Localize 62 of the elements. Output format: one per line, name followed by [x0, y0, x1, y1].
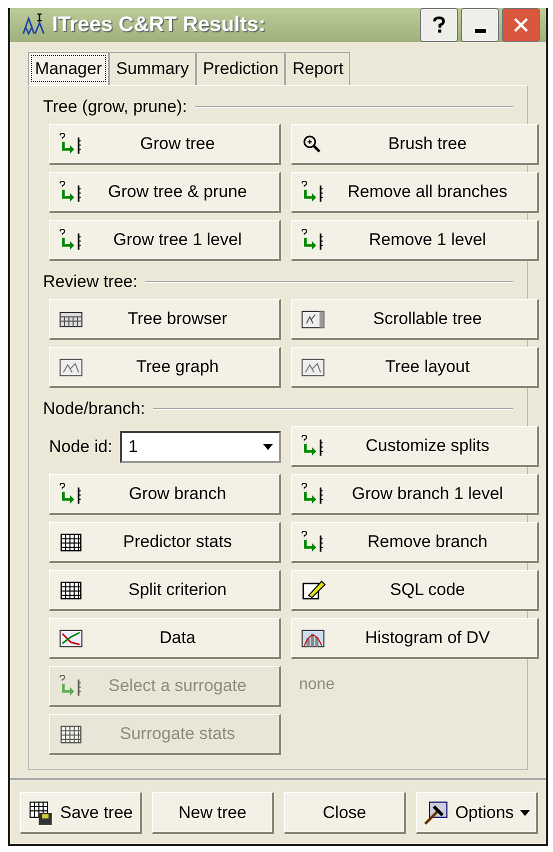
branch-arrow-icon — [58, 181, 84, 203]
field-label: Node id: — [49, 436, 112, 456]
minimize-icon — [474, 29, 486, 33]
action-button[interactable]: Brush tree — [291, 124, 539, 165]
minimize-button[interactable] — [461, 8, 499, 42]
help-icon — [430, 15, 448, 35]
branch-arrow-icon — [58, 675, 84, 697]
action-button[interactable]: Histogram of DV — [291, 618, 539, 659]
branch-arrow-icon — [58, 133, 84, 155]
action-button[interactable]: Remove all branches — [291, 172, 539, 213]
table-grid-icon — [58, 723, 84, 745]
action-button[interactable]: Tree browser — [49, 299, 281, 340]
node-id-dropdown[interactable]: 1 — [120, 430, 281, 462]
action-button[interactable]: Data — [49, 618, 281, 659]
help-button[interactable] — [420, 8, 458, 42]
branch-arrow-icon — [300, 229, 326, 251]
table-grid-icon — [58, 531, 84, 553]
pencil-icon — [300, 579, 326, 601]
branch-arrow-icon — [300, 531, 326, 553]
surrogate-value: none — [298, 675, 336, 695]
footer-button[interactable]: Close — [284, 792, 406, 834]
tab[interactable]: Manager — [28, 52, 110, 85]
branch-arrow-icon — [300, 435, 326, 457]
window-title: ITrees C&RT Results: — [52, 13, 267, 37]
histogram-icon — [300, 627, 326, 649]
group-title: Tree (grow, prune): — [43, 97, 187, 117]
action-button[interactable]: Grow branch 1 level — [291, 474, 539, 515]
dropdown-arrow-icon — [263, 444, 273, 450]
tab[interactable]: Summary — [109, 52, 196, 85]
action-button[interactable]: SQL code — [291, 570, 539, 611]
action-button[interactable]: Grow tree & prune — [49, 172, 281, 213]
table-grid-icon — [58, 579, 84, 601]
footer-button[interactable]: Options — [416, 792, 538, 834]
action-button[interactable]: Grow tree 1 level — [49, 220, 281, 261]
action-button[interactable]: Grow tree — [49, 124, 281, 165]
close-button[interactable] — [502, 8, 540, 42]
action-button[interactable]: Split criterion — [49, 570, 281, 611]
tab[interactable]: Prediction — [196, 52, 286, 85]
group-title: Node/branch: — [43, 399, 146, 419]
action-button[interactable]: Remove branch — [291, 522, 539, 563]
branch-arrow-icon — [300, 181, 326, 203]
graph-window-icon — [58, 356, 84, 378]
branch-arrow-icon — [300, 483, 326, 505]
group-title: Review tree: — [43, 272, 138, 292]
tab[interactable]: Report — [285, 52, 350, 85]
footer-button[interactable]: Save tree — [20, 792, 142, 834]
graph-window-icon — [300, 356, 326, 378]
scroll-window-icon — [300, 308, 326, 330]
line-chart-icon — [58, 627, 84, 649]
action-button[interactable]: Customize splits — [291, 426, 539, 467]
hammer-icon — [423, 800, 450, 826]
action-button[interactable]: Tree graph — [49, 347, 281, 388]
save-disk-icon — [28, 800, 54, 826]
branch-arrow-icon — [58, 483, 84, 505]
tree-icon — [20, 12, 46, 38]
branch-arrow-icon — [58, 229, 84, 251]
action-button[interactable]: Grow branch — [49, 474, 281, 515]
action-button[interactable]: Tree layout — [291, 347, 539, 388]
action-button[interactable]: Remove 1 level — [291, 220, 539, 261]
action-button[interactable]: Scrollable tree — [291, 299, 539, 340]
action-button[interactable]: Predictor stats — [49, 522, 281, 563]
footer-button[interactable]: New tree — [152, 792, 274, 834]
